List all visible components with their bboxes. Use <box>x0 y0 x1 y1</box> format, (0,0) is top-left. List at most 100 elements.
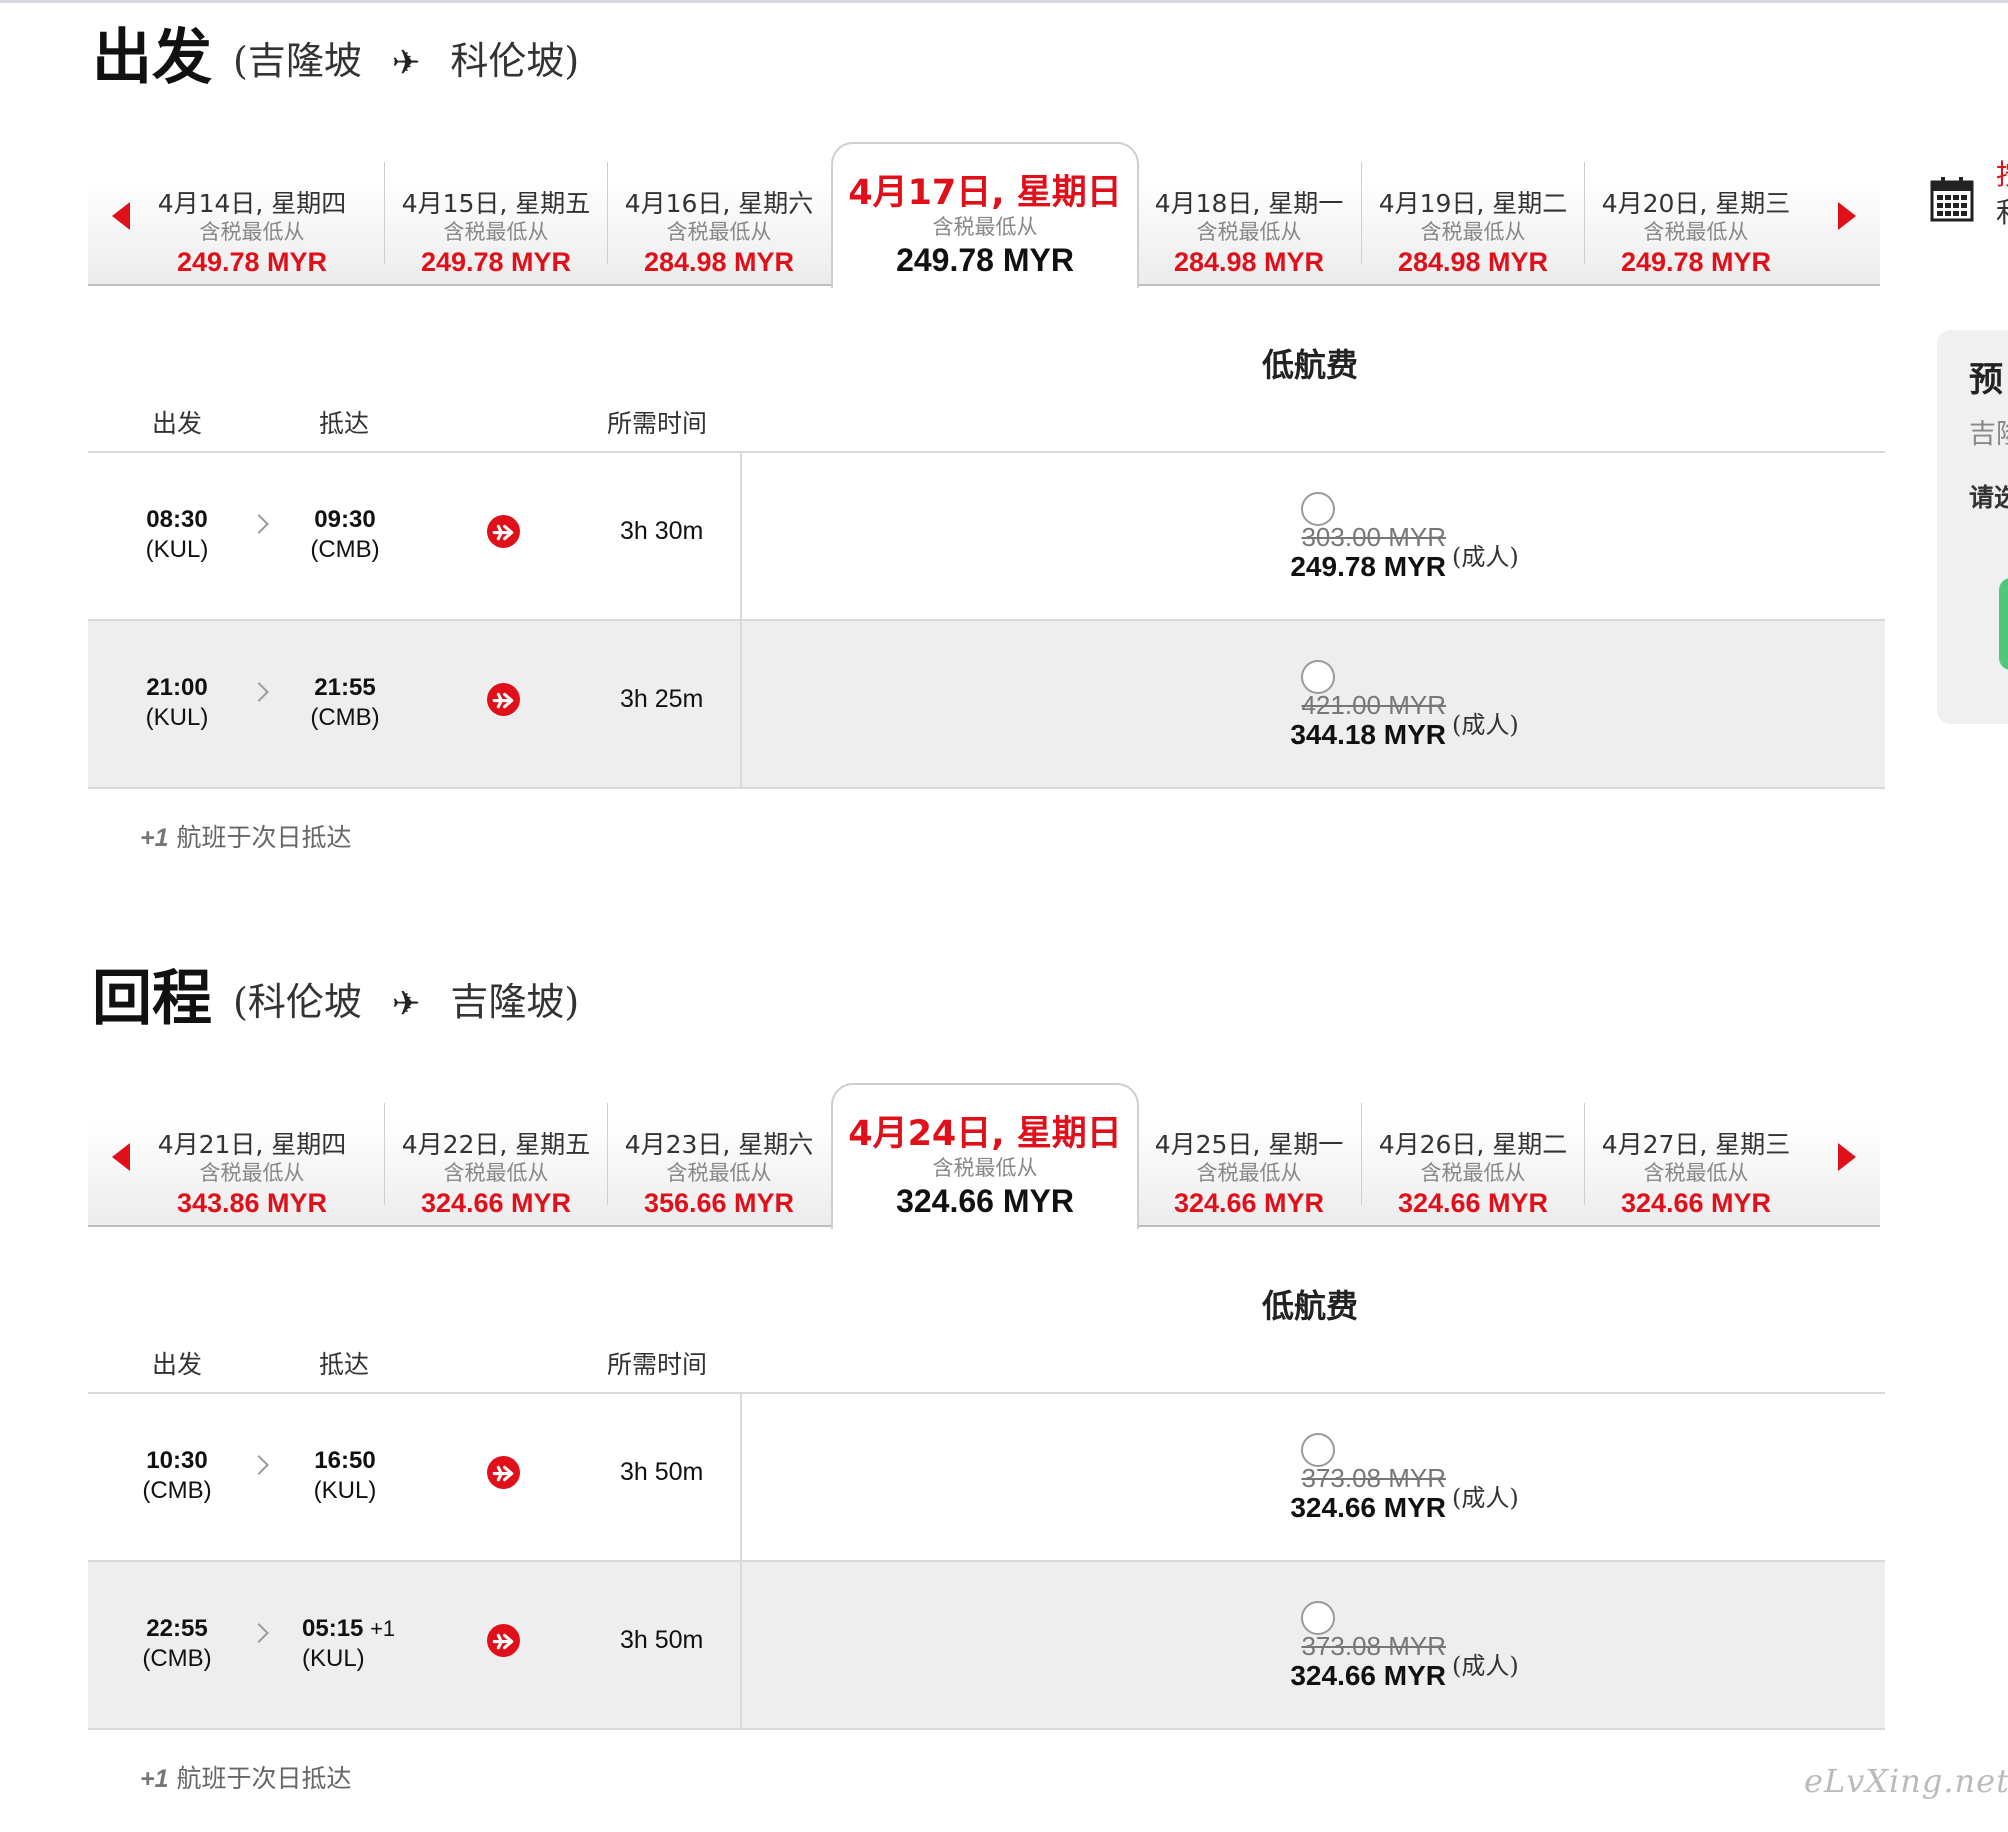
fare-column-header: 低航费 <box>1262 346 1359 384</box>
next-dates-arrow-icon[interactable] <box>1838 1143 1856 1171</box>
depart-time: 21:00 (KUL) <box>122 673 232 733</box>
date-label: 4月20日, 星期三 <box>1601 189 1791 218</box>
fare-price: 303.00 MYR 249.78 MYR <box>1196 523 1446 583</box>
route-destination: 科伦坡) <box>450 39 580 83</box>
date-tab[interactable]: 4月20日, 星期三 含税最低从 249.78 MYR <box>1584 162 1807 277</box>
prev-dates-arrow-icon[interactable] <box>112 1143 130 1171</box>
date-tab[interactable]: 4月21日, 星期四 含税最低从 343.86 MYR <box>141 1103 363 1218</box>
depart-time: 08:30 (KUL) <box>122 505 232 565</box>
date-label: 4月19日, 星期二 <box>1378 189 1568 218</box>
depart-airport-code: (CMB) <box>142 1477 212 1504</box>
date-sublabel: 含税最低从 <box>1643 220 1749 244</box>
depart-time-value: 21:00 <box>146 674 208 701</box>
column-header-duration: 所需时间 <box>607 1350 708 1379</box>
section-title: 出发 <box>92 23 212 93</box>
date-tab[interactable]: 4月22日, 星期五 含税最低从 324.66 MYR <box>384 1103 607 1218</box>
column-divider <box>740 1394 742 1560</box>
date-label: 4月16日, 星期六 <box>624 189 814 218</box>
date-tab[interactable]: 4月16日, 星期六 含税最低从 284.98 MYR <box>607 162 830 277</box>
date-tab[interactable]: 4月26日, 星期二 含税最低从 324.66 MYR <box>1361 1103 1584 1218</box>
footnote-mark: +1 <box>140 1765 169 1793</box>
arrive-time-value: 21:55 <box>314 674 376 701</box>
arrive-time-value: 09:30 <box>314 506 376 533</box>
calendar-icon[interactable] <box>1930 176 1974 222</box>
chevron-right-icon <box>249 682 269 702</box>
arrive-time: 05:15 +1 (KUL) <box>290 1614 442 1674</box>
original-price: 373.08 MYR <box>1301 1463 1446 1493</box>
date-selector: 4月14日, 星期四 含税最低从 249.78 MYR 4月15日, 星期五 含… <box>88 142 1880 288</box>
sale-price: 249.78 MYR <box>1290 551 1446 582</box>
route-destination: 吉隆坡) <box>450 980 580 1024</box>
date-tab-selected[interactable]: 4月24日, 星期日 含税最低从 324.66 MYR <box>831 1083 1139 1229</box>
date-sublabel: 含税最低从 <box>666 220 772 244</box>
date-sublabel: 含税最低从 <box>443 220 549 244</box>
date-sublabel: 含税最低从 <box>1420 1161 1526 1185</box>
arrive-airport-code: (CMB) <box>310 536 380 563</box>
fare-radio-button[interactable] <box>1301 1601 1335 1635</box>
fare-radio-button[interactable] <box>1301 1433 1335 1467</box>
top-border <box>0 0 2008 3</box>
date-tab[interactable]: 4月23日, 星期六 含税最低从 356.66 MYR <box>607 1103 830 1218</box>
footnote-text: 航班于次日抵达 <box>168 823 352 852</box>
flight-row[interactable]: 08:30 (KUL) 09:30 (CMB) 3h 30m 303.00 MY… <box>88 453 1885 621</box>
footnote-mark: +1 <box>140 824 169 852</box>
original-price: 373.08 MYR <box>1301 1631 1446 1661</box>
section-title: 回程 <box>92 964 212 1034</box>
fare-radio-button[interactable] <box>1301 492 1335 526</box>
flight-duration: 3h 50m <box>620 1458 704 1486</box>
date-price: 284.98 MYR <box>643 247 795 277</box>
depart-time: 22:55 (CMB) <box>122 1614 232 1674</box>
sale-price: 324.66 MYR <box>1290 1660 1446 1691</box>
plane-icon: ✈ <box>391 984 421 1024</box>
next-day-footnote: +1 航班于次日抵达 <box>140 1759 351 1795</box>
date-sublabel: 含税最低从 <box>1196 1161 1302 1185</box>
fare-radio-button[interactable] <box>1301 660 1335 694</box>
airasia-logo-icon <box>487 1624 520 1657</box>
next-dates-arrow-icon[interactable] <box>1838 202 1856 230</box>
column-header-arrive: 抵达 <box>319 1350 370 1379</box>
date-sublabel: 含税最低从 <box>1196 220 1302 244</box>
flight-duration: 3h 30m <box>620 517 704 545</box>
next-day-footnote: +1 航班于次日抵达 <box>140 818 351 854</box>
date-tab[interactable]: 4月15日, 星期五 含税最低从 249.78 MYR <box>384 162 607 277</box>
date-price: 249.78 MYR <box>420 247 572 277</box>
side-link-truncated[interactable]: 按 <box>1996 160 2008 190</box>
prev-dates-arrow-icon[interactable] <box>112 202 130 230</box>
sale-price: 344.18 MYR <box>1290 719 1446 750</box>
depart-time: 10:30 (CMB) <box>122 1446 232 1506</box>
date-tab[interactable]: 4月27日, 星期三 含税最低从 324.66 MYR <box>1584 1103 1807 1218</box>
date-label: 4月23日, 星期六 <box>624 1130 814 1159</box>
date-label: 4月18日, 星期一 <box>1154 189 1344 218</box>
date-price: 324.66 MYR <box>896 1183 1074 1219</box>
summary-note: 请选 <box>1969 483 2008 512</box>
column-header-duration: 所需时间 <box>607 409 708 438</box>
column-divider <box>740 621 742 787</box>
date-tab[interactable]: 4月19日, 星期二 含税最低从 284.98 MYR <box>1361 162 1584 277</box>
booking-summary-panel: 预 吉隆 请选 <box>1937 330 2008 724</box>
flight-row[interactable]: 10:30 (CMB) 16:50 (KUL) 3h 50m 373.08 MY… <box>88 1394 1885 1562</box>
continue-button[interactable] <box>1999 578 2008 670</box>
date-tab[interactable]: 4月18日, 星期一 含税最低从 284.98 MYR <box>1138 162 1360 277</box>
flight-row[interactable]: 21:00 (KUL) 21:55 (CMB) 3h 25m 421.00 MY… <box>88 621 1885 789</box>
date-tab-selected[interactable]: 4月17日, 星期日 含税最低从 249.78 MYR <box>831 142 1139 288</box>
flight-duration: 3h 50m <box>620 1626 704 1654</box>
sale-price: 324.66 MYR <box>1290 1492 1446 1523</box>
date-sublabel: 含税最低从 <box>932 215 1038 239</box>
side-text-truncated: 利 <box>1996 198 2008 228</box>
date-sublabel: 含税最低从 <box>1420 220 1526 244</box>
passenger-type: (成人) <box>1452 1652 1519 1680</box>
column-divider <box>740 1562 742 1728</box>
date-price: 324.66 MYR <box>1620 1188 1772 1218</box>
airasia-logo-icon <box>487 683 520 716</box>
date-sublabel: 含税最低从 <box>199 1161 305 1185</box>
passenger-type: (成人) <box>1452 711 1519 739</box>
date-tab[interactable]: 4月25日, 星期一 含税最低从 324.66 MYR <box>1138 1103 1360 1218</box>
date-sublabel: 含税最低从 <box>443 1161 549 1185</box>
arrive-time-value: 05:15 <box>302 1615 364 1642</box>
date-price: 356.66 MYR <box>643 1188 795 1218</box>
date-tab[interactable]: 4月14日, 星期四 含税最低从 249.78 MYR <box>141 162 363 277</box>
footnote-text: 航班于次日抵达 <box>168 1764 352 1793</box>
flight-row[interactable]: 22:55 (CMB) 05:15 +1 (KUL) 3h 50m 373.08… <box>88 1562 1885 1730</box>
date-price: 249.78 MYR <box>1620 247 1772 277</box>
date-label: 4月21日, 星期四 <box>157 1130 347 1159</box>
